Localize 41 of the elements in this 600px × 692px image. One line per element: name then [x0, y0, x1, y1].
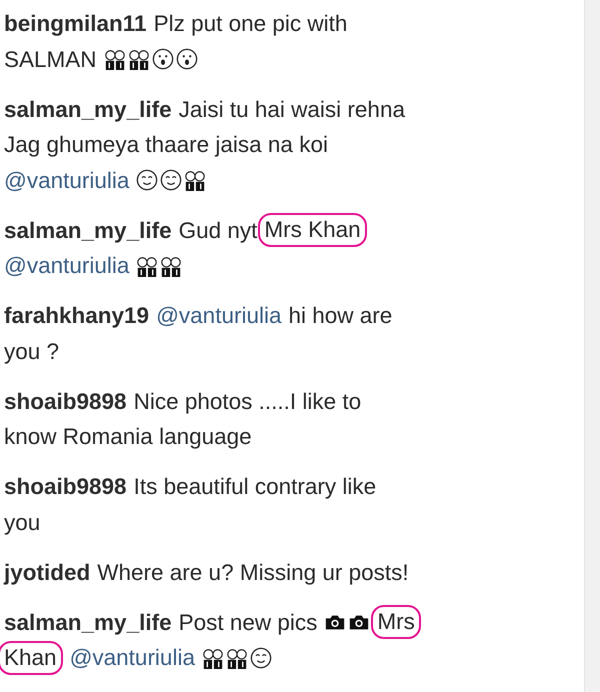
- comment-text: Jaisi tu hai waisi rehna: [178, 96, 405, 124]
- username-link[interactable]: salman_my_life: [4, 92, 172, 127]
- comment-text: Post new pics: [178, 608, 318, 637]
- comment-text: SALMAN: [4, 46, 97, 74]
- figures-icon: [136, 254, 158, 277]
- comment-text: you ?: [4, 338, 60, 366]
- username-link[interactable]: shoaib9898: [4, 469, 127, 504]
- surprised-face-icon: [176, 48, 198, 70]
- circled-text: Mrs Khan: [258, 213, 367, 248]
- circled-text: Khan: [0, 640, 63, 675]
- comment-text: Nice photos .....I like to: [134, 388, 362, 416]
- mention-link[interactable]: @vanturiulia: [4, 162, 130, 198]
- comment-text: Jag ghumeya thaare jaisa na koi: [4, 131, 328, 159]
- scrollbar[interactable]: [584, 0, 600, 692]
- circled-text: Mrs: [371, 605, 421, 640]
- figures-icon: [160, 254, 182, 277]
- figures-icon: [128, 48, 150, 70]
- username-link[interactable]: salman_my_life: [4, 604, 172, 640]
- figures-icon: [226, 646, 248, 669]
- username-link[interactable]: beingmilan11: [4, 6, 147, 42]
- comment-text: you: [4, 508, 40, 537]
- comment-text: know Romania language: [4, 423, 252, 451]
- mention-link[interactable]: @vanturiulia: [4, 248, 130, 284]
- comment-text: Its beautiful contrary like: [134, 473, 376, 501]
- comment-text: Gud nyt: [178, 216, 258, 245]
- comment-text: Where are u? Missing ur posts!: [97, 558, 409, 587]
- smiling-face-icon: [160, 169, 182, 192]
- username-link[interactable]: salman_my_life: [4, 212, 172, 248]
- mention-link[interactable]: @vanturiulia: [156, 298, 282, 334]
- figures-icon: [184, 169, 206, 192]
- figures-icon: [104, 48, 126, 70]
- username-link[interactable]: jyotided: [4, 554, 90, 590]
- surprised-face-icon: [152, 48, 174, 70]
- smiling-face-icon: [250, 646, 272, 669]
- username-link[interactable]: farahkhany19: [4, 298, 150, 334]
- comment-text: Plz put one pic with: [154, 10, 348, 38]
- smiling-face-icon: [136, 169, 158, 192]
- figures-icon: [202, 646, 224, 669]
- mention-link[interactable]: @vanturiulia: [70, 640, 195, 676]
- username-link[interactable]: shoaib9898: [4, 384, 127, 419]
- comment-text: hi how are: [288, 302, 392, 330]
